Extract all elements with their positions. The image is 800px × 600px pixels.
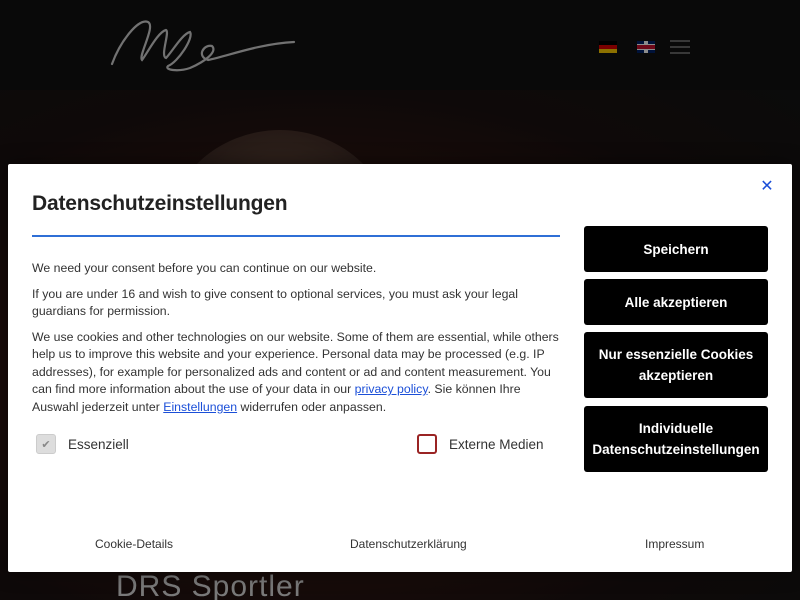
accept-essential-button[interactable]: Nur essenzielle Cookies akzeptieren — [584, 332, 768, 398]
dialog-title: Datenschutzeinstellungen — [32, 192, 288, 215]
checkbox-essential-box: ✔ — [36, 434, 56, 454]
check-icon: ✔ — [41, 438, 51, 451]
checkbox-essential: ✔ Essenziell — [36, 434, 129, 454]
privacy-settings-dialog: ✕ Datenschutzeinstellungen We need your … — [8, 164, 792, 572]
consent-paragraph: If you are under 16 and wish to give con… — [32, 286, 518, 319]
checkbox-external-media-box[interactable] — [417, 434, 437, 454]
cookie-details-link[interactable]: Cookie-Details — [95, 537, 173, 551]
consent-paragraph: We need your consent before you can cont… — [32, 261, 377, 275]
paragraph-text: widerrufen oder anpassen. — [237, 399, 387, 414]
checkbox-label[interactable]: Externe Medien — [449, 437, 544, 452]
title-divider — [32, 235, 560, 237]
consent-text: We need your consent before you can cont… — [32, 260, 562, 424]
save-button[interactable]: Speichern — [584, 226, 768, 272]
accept-all-button[interactable]: Alle akzeptieren — [584, 279, 768, 325]
individual-settings-button[interactable]: Individuelle Datenschutzeinstellungen — [584, 406, 768, 472]
checkbox-external-media[interactable]: Externe Medien — [417, 434, 544, 454]
settings-link[interactable]: Einstellungen — [163, 400, 237, 414]
consent-paragraph: We use cookies and other technologies on… — [32, 329, 562, 417]
privacy-policy-link[interactable]: privacy policy — [355, 382, 428, 396]
close-icon[interactable]: ✕ — [760, 179, 774, 195]
privacy-statement-link[interactable]: Datenschutzerklärung — [350, 537, 467, 551]
imprint-link[interactable]: Impressum — [645, 537, 704, 551]
checkbox-label: Essenziell — [68, 436, 129, 452]
